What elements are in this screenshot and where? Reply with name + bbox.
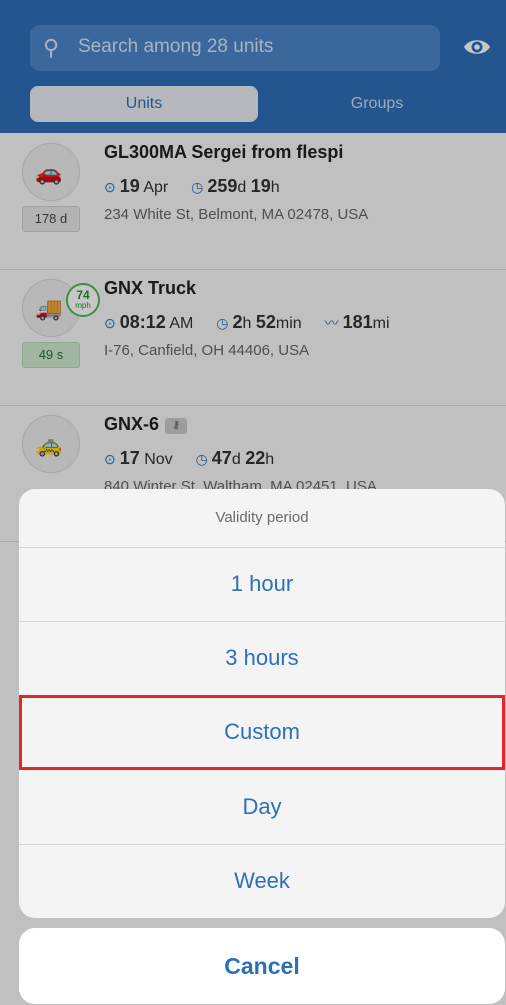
sheet-title: Validity period bbox=[19, 489, 505, 548]
option-1-hour[interactable]: 1 hour bbox=[19, 547, 505, 622]
option-custom[interactable]: Custom bbox=[19, 695, 505, 770]
units-screen: ⚲ Search among 28 units Units Groups 🚗 1… bbox=[0, 0, 506, 1005]
action-sheet: Validity period 1 hour 3 hours Custom Da… bbox=[19, 489, 505, 918]
option-week[interactable]: Week bbox=[19, 844, 505, 918]
option-day[interactable]: Day bbox=[19, 770, 505, 845]
cancel-button[interactable]: Cancel bbox=[19, 928, 505, 1004]
option-3-hours[interactable]: 3 hours bbox=[19, 621, 505, 696]
